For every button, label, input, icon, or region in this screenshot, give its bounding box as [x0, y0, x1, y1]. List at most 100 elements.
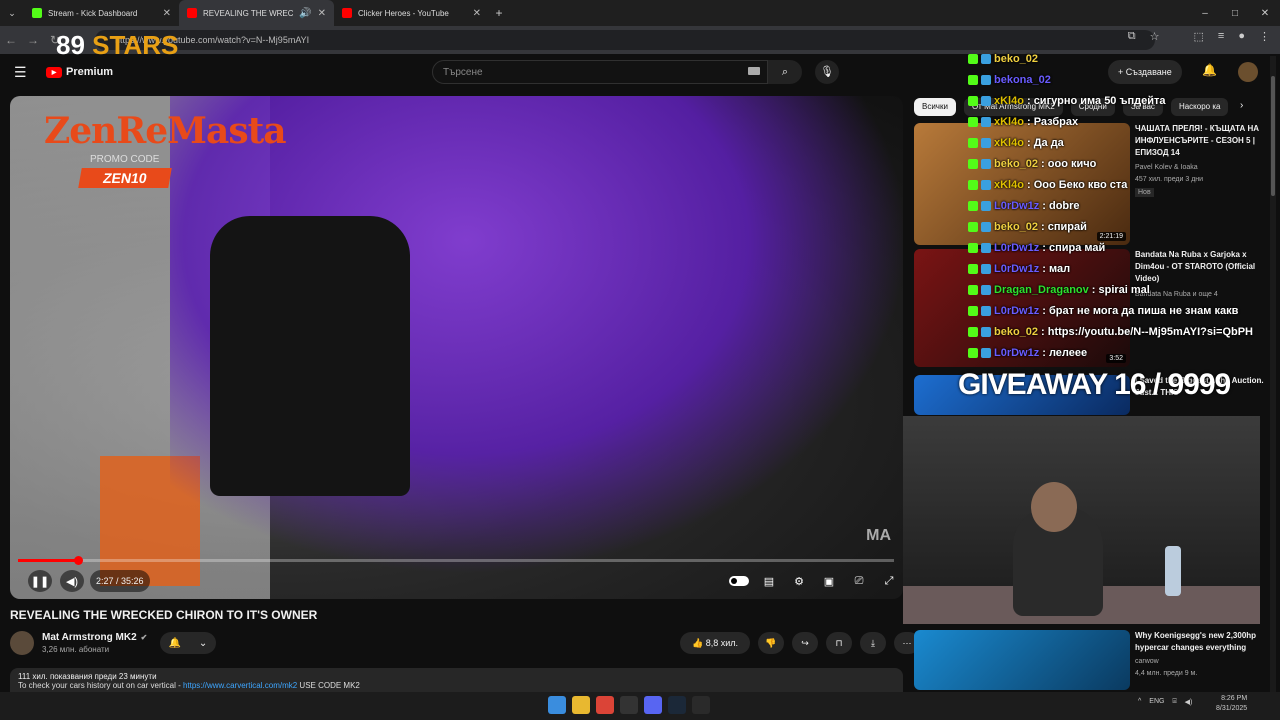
thumbs-up-icon: 👍: [691, 637, 706, 648]
minimize-button[interactable]: –: [1190, 0, 1220, 26]
toggle-icon: [729, 576, 749, 586]
fullscreen-icon[interactable]: ⤢: [878, 570, 900, 592]
new-tab-button[interactable]: +: [489, 6, 509, 20]
subscribed-bell-button[interactable]: 🔔 ⌄: [160, 632, 216, 654]
chip-from-channel[interactable]: От Mat Armstrong MK2: [963, 98, 1063, 116]
system-clock[interactable]: 8:26 PM 8/31/2025: [1216, 694, 1247, 714]
download-button[interactable]: ⤓: [860, 632, 886, 654]
url-field[interactable]: https://www.youtube.com/watch?v=N--Mj95m…: [95, 30, 1155, 50]
video-player[interactable]: ZenReMasta PROMO CODE ZEN10 MA ❚❚ ◀) 2:2…: [10, 96, 903, 599]
chip-all[interactable]: Всички: [914, 98, 956, 116]
bell-icon: 🔔: [168, 637, 182, 649]
pause-button[interactable]: ❚❚: [28, 570, 52, 592]
recommendation-thumbnail[interactable]: 2:21:19: [914, 123, 1130, 245]
recommendation-channel[interactable]: Pavel Kolev & Ioaka: [1135, 164, 1198, 171]
profile-icon[interactable]: ●: [1238, 30, 1245, 43]
recommendation-item[interactable]: 3:52 Bandata Na Ruba x Garjoka x Dim4ou …: [914, 249, 1264, 367]
discord-icon[interactable]: [644, 696, 662, 714]
duration-badge: 3:52: [1106, 354, 1126, 363]
recommendation-item[interactable]: 2:21:19 ЧАШАТА ПРЕЛЯ! - КЪЩАТА НА ИНФЛУЕ…: [914, 123, 1264, 245]
tray-chevron-icon[interactable]: ^: [1138, 698, 1141, 706]
extensions-icon[interactable]: ⬚: [1194, 30, 1204, 43]
chip-related[interactable]: Сродни: [1070, 98, 1115, 116]
volume-icon[interactable]: ◀): [60, 570, 84, 592]
stars-number: 89: [56, 30, 85, 60]
network-icon[interactable]: ⌸: [1172, 698, 1176, 706]
close-icon[interactable]: ✕: [318, 8, 326, 19]
voice-search-button[interactable]: 🎙: [815, 60, 839, 84]
tab-kick-dashboard[interactable]: Stream - Kick Dashboard ✕: [24, 0, 179, 26]
recommendation-item[interactable]: Why Koenigsegg's new 2,300hp hypercar ch…: [914, 630, 1264, 690]
steam-icon[interactable]: [668, 696, 686, 714]
close-window-button[interactable]: ✕: [1250, 0, 1280, 26]
subtitles-icon[interactable]: ▤: [758, 570, 780, 592]
kick-badge-icon: [968, 75, 978, 85]
recommendation-title[interactable]: ЧАШАТА ПРЕЛЯ! - КЪЩАТА НА ИНФЛУЕНСЪРИТЕ …: [1135, 123, 1265, 159]
recommendation-thumbnail[interactable]: [914, 630, 1130, 690]
description-box[interactable]: 111 хил. показвания преди 23 минути To c…: [10, 668, 903, 692]
chrome-icon[interactable]: [596, 696, 614, 714]
chip-for-you[interactable]: За вас: [1122, 98, 1163, 116]
recommendation-title[interactable]: Why Koenigsegg's new 2,300hp hypercar ch…: [1135, 630, 1265, 654]
progress-bar[interactable]: [18, 556, 894, 565]
file-explorer-icon[interactable]: [572, 696, 590, 714]
progress-fill: [18, 559, 79, 562]
maximize-button[interactable]: □: [1220, 0, 1250, 26]
menu-icon[interactable]: ⋮: [1259, 30, 1270, 43]
account-avatar[interactable]: [1238, 62, 1258, 82]
channel-name[interactable]: Mat Armstrong MK2: [42, 632, 137, 643]
sponsor-promo-code: ZEN10: [78, 168, 172, 188]
tab-clicker-heroes[interactable]: Clicker Heroes - YouTube ✕: [334, 0, 489, 26]
chat-username: beko_02: [994, 53, 1039, 65]
search-button[interactable]: ⌕: [768, 60, 802, 84]
create-button[interactable]: + Създаване: [1108, 60, 1182, 84]
recommendation-channel[interactable]: Bandata Na Ruba и още 4: [1135, 291, 1218, 298]
miniplayer-icon[interactable]: ▣: [818, 570, 840, 592]
duration-badge: 2:21:19: [1096, 232, 1126, 241]
cast-icon[interactable]: ⎚: [848, 570, 870, 592]
install-icon[interactable]: ⧉: [1128, 30, 1136, 43]
channel-avatar[interactable]: [10, 631, 34, 655]
taskbar-apps: [548, 696, 710, 714]
subscriber-badge-icon: [981, 75, 991, 85]
back-icon[interactable]: ←: [0, 33, 22, 47]
search-icon: ⌕: [781, 66, 789, 78]
recommendation-title[interactable]: Bandata Na Ruba x Garjoka x Dim4ou - OT …: [1135, 249, 1265, 285]
search-input[interactable]: Търсене: [432, 60, 768, 84]
autoplay-toggle[interactable]: [726, 570, 752, 592]
bookmark-star-icon[interactable]: ☆: [1150, 30, 1160, 43]
youtube-logo[interactable]: ▶ Premium: [46, 66, 113, 78]
media-icon[interactable]: ≡: [1218, 30, 1224, 43]
volume-tray-icon[interactable]: ◀): [1185, 698, 1193, 706]
language-indicator[interactable]: ENG: [1149, 698, 1164, 706]
dislike-button[interactable]: 👎: [758, 632, 784, 654]
share-button[interactable]: ↪: [792, 632, 818, 654]
tab-search-icon[interactable]: ⌄: [0, 8, 24, 19]
settings-gear-icon[interactable]: ⚙: [788, 570, 810, 592]
save-button[interactable]: ⊓: [826, 632, 852, 654]
hamburger-menu-icon[interactable]: ☰: [14, 64, 27, 81]
recommendation-channel[interactable]: carwow: [1135, 658, 1159, 665]
stars-text: STARS: [92, 30, 179, 60]
windows-start-icon[interactable]: [548, 696, 566, 714]
obs-icon[interactable]: [620, 696, 638, 714]
recommendation-thumbnail[interactable]: 3:52: [914, 249, 1130, 367]
close-icon[interactable]: ✕: [163, 8, 171, 19]
chip-recently[interactable]: Наскоро ка: [1170, 98, 1229, 116]
epic-games-icon[interactable]: [692, 696, 710, 714]
close-icon[interactable]: ✕: [473, 8, 481, 19]
player-controls: ❚❚ ◀) 2:27 / 35:26 ▤ ⚙ ▣ ⎚ ⤢: [20, 570, 893, 594]
keyboard-icon[interactable]: [748, 67, 760, 75]
notifications-bell-icon[interactable]: 🔔: [1202, 63, 1217, 77]
recommendation-meta: 457 хил. преди 3 дни: [1135, 176, 1204, 183]
forward-icon[interactable]: →: [22, 33, 44, 47]
webcam-bottle: [1165, 546, 1181, 596]
description-link[interactable]: https://www.carvertical.com/mk2: [183, 681, 297, 690]
tab-youtube-active[interactable]: REVEALING THE WRECKED 🔊 ✕: [179, 0, 334, 26]
scrollbar-thumb[interactable]: [1271, 76, 1275, 196]
speaker-icon[interactable]: 🔊: [299, 8, 311, 19]
recommendation-meta: 4,4 млн. преди 9 м.: [1135, 670, 1198, 677]
page-scrollbar[interactable]: [1270, 56, 1276, 692]
like-button[interactable]: 👍 8,8 хил.: [680, 632, 750, 654]
chevron-right-icon[interactable]: ›: [1240, 100, 1243, 111]
